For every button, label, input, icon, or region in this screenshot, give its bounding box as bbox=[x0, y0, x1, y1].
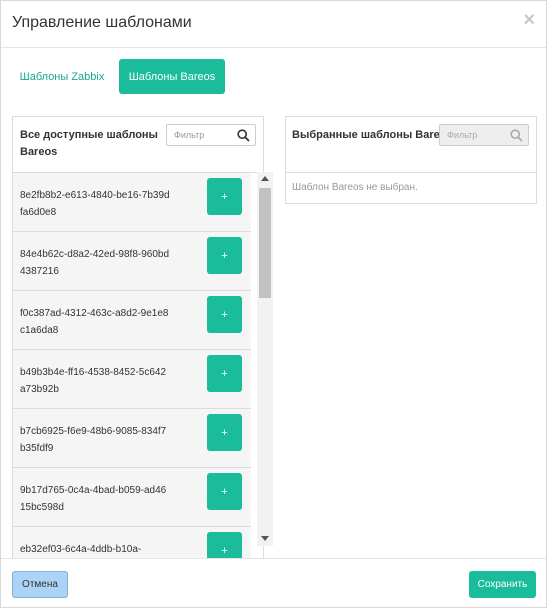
list-item: 84e4b62c-d8a2-42ed-98f8-960bd4387216 + bbox=[13, 232, 251, 291]
modal-header: Управление шаблонами × bbox=[1, 1, 546, 48]
selected-filter-input bbox=[440, 125, 506, 145]
template-id: eb32ef03-6c4a-4ddb-b10a- bbox=[20, 544, 142, 555]
tab-bareos-templates[interactable]: Шаблоны Bareos bbox=[119, 59, 225, 94]
available-templates-title: Все доступные шаблоны Bareos bbox=[20, 129, 158, 158]
add-template-button[interactable]: + bbox=[207, 473, 242, 510]
close-icon[interactable]: × bbox=[523, 10, 535, 30]
list-item: 9b17d765-0c4a-4bad-b059-ad4615bc598d + bbox=[13, 468, 251, 527]
add-template-button[interactable]: + bbox=[207, 296, 242, 333]
search-icon[interactable] bbox=[237, 129, 250, 147]
modal-title: Управление шаблонами bbox=[12, 14, 192, 31]
empty-selection-message: Шаблон Bareos не выбран. bbox=[292, 182, 418, 193]
scrollbar-thumb[interactable] bbox=[259, 188, 271, 298]
list-item: f0c387ad-4312-463c-a8d2-9e1e8c1a6da8 + bbox=[13, 291, 251, 350]
selected-templates-panel: Выбранные шаблоны Bareos Шаблон Bareos н… bbox=[285, 116, 537, 204]
template-id: 84e4b62c-d8a2-42ed-98f8-960bd4387216 bbox=[20, 249, 170, 277]
modal-footer: Отмена Сохранить bbox=[1, 558, 546, 608]
template-id: 8e2fb8b2-e613-4840-be16-7b39dfa6d0e8 bbox=[20, 190, 170, 218]
selected-templates-header: Выбранные шаблоны Bareos bbox=[286, 117, 536, 173]
template-id: f0c387ad-4312-463c-a8d2-9e1e8c1a6da8 bbox=[20, 308, 169, 336]
save-button[interactable]: Сохранить bbox=[469, 571, 536, 598]
scroll-up-arrow-icon[interactable] bbox=[261, 176, 269, 181]
available-filter-input[interactable] bbox=[167, 125, 233, 145]
template-id: b7cb6925-f6e9-48b6-9085-834f7b35fdf9 bbox=[20, 426, 167, 454]
list-item: b7cb6925-f6e9-48b6-9085-834f7b35fdf9 + bbox=[13, 409, 251, 468]
manage-templates-modal: Управление шаблонами × Шаблоны Zabbix Ша… bbox=[0, 0, 547, 608]
list-item: b49b3b4e-ff16-4538-8452-5c642a73b92b + bbox=[13, 350, 251, 409]
list-item: eb32ef03-6c4a-4ddb-b10a- + bbox=[13, 527, 251, 558]
cancel-button[interactable]: Отмена bbox=[12, 571, 68, 598]
add-template-button[interactable]: + bbox=[207, 414, 242, 451]
template-id: 9b17d765-0c4a-4bad-b059-ad4615bc598d bbox=[20, 485, 167, 513]
add-template-button[interactable]: + bbox=[207, 532, 242, 558]
template-id: b49b3b4e-ff16-4538-8452-5c642a73b92b bbox=[20, 367, 167, 395]
list-scrollbar[interactable] bbox=[257, 172, 273, 546]
available-templates-panel: Все доступные шаблоны Bareos 8e2fb8b2-e6… bbox=[12, 116, 264, 558]
selected-filter bbox=[439, 124, 529, 146]
add-template-button[interactable]: + bbox=[207, 178, 242, 215]
selected-templates-title: Выбранные шаблоны Bareos bbox=[292, 129, 453, 141]
available-templates-list: 8e2fb8b2-e613-4840-be16-7b39dfa6d0e8 + 8… bbox=[13, 173, 251, 558]
available-templates-header: Все доступные шаблоны Bareos bbox=[13, 117, 263, 173]
available-filter bbox=[166, 124, 256, 146]
search-icon bbox=[510, 129, 523, 147]
add-template-button[interactable]: + bbox=[207, 355, 242, 392]
tab-zabbix-templates[interactable]: Шаблоны Zabbix bbox=[12, 59, 112, 94]
scroll-down-arrow-icon[interactable] bbox=[261, 536, 269, 541]
list-item: 8e2fb8b2-e613-4840-be16-7b39dfa6d0e8 + bbox=[13, 173, 251, 232]
add-template-button[interactable]: + bbox=[207, 237, 242, 274]
